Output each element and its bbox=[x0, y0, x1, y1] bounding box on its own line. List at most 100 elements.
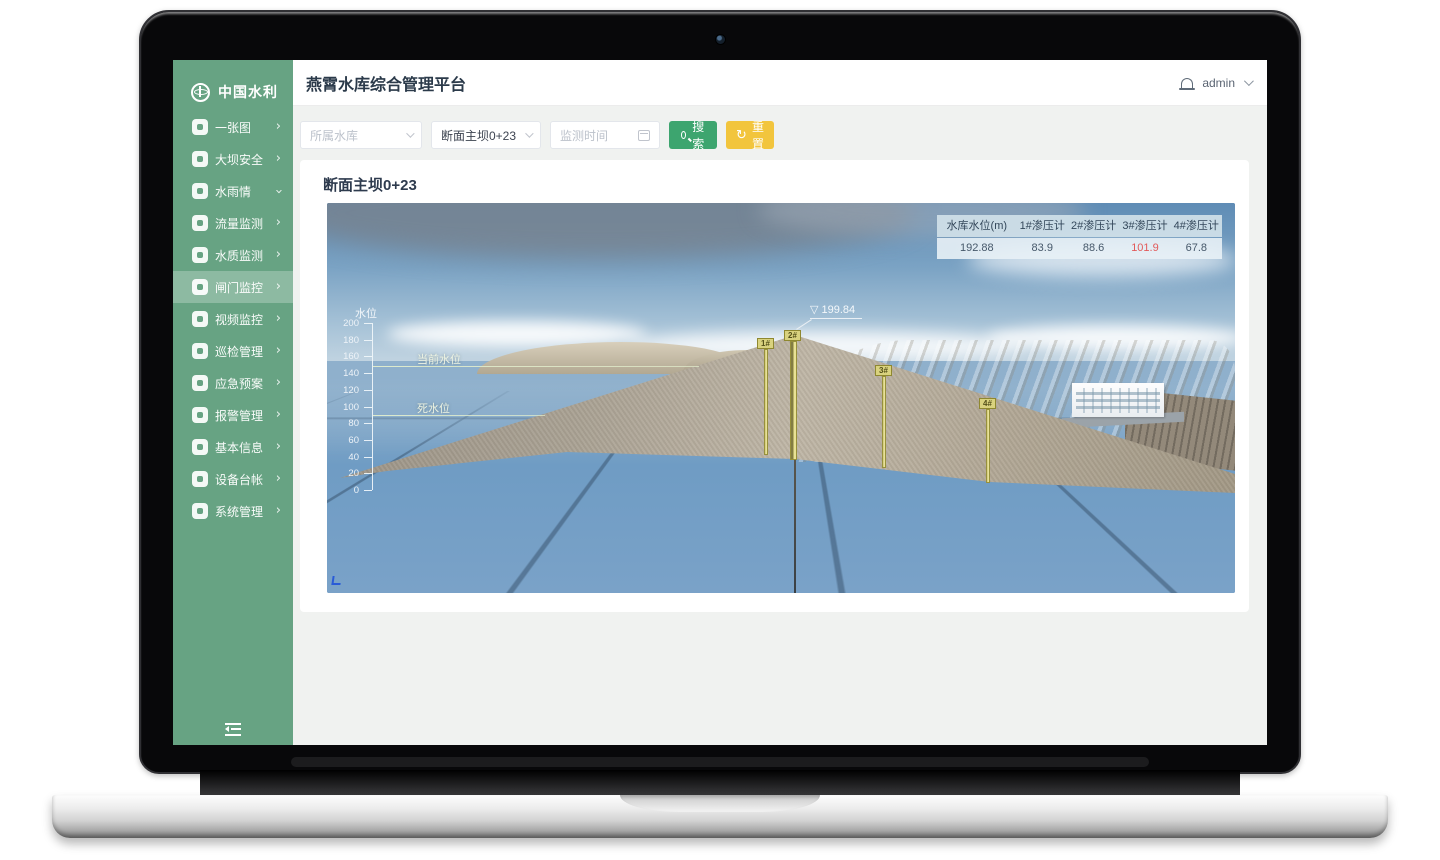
sidebar-item-alarm-manage[interactable]: 报警管理 › bbox=[173, 399, 293, 431]
water-level-label: 死水位 bbox=[417, 400, 450, 416]
axis-tick-label: 60 bbox=[331, 435, 359, 446]
sidebar-item-rain-water[interactable]: 水雨情 › bbox=[173, 175, 293, 207]
sidebar-item-device-ledger[interactable]: 设备台帐 › bbox=[173, 463, 293, 495]
search-button[interactable]: 搜索 bbox=[669, 121, 717, 149]
office-building bbox=[1072, 383, 1164, 417]
dam-3d-viewer[interactable]: 1#2#3#4# 水位 200180160140120100806040200 … bbox=[327, 203, 1235, 593]
chevron-right-icon: › bbox=[276, 408, 281, 421]
sidebar-item-basic-info[interactable]: 基本信息 › bbox=[173, 431, 293, 463]
readout-value-cell: 83.9 bbox=[1017, 238, 1068, 259]
chevron-right-icon: › bbox=[276, 280, 281, 293]
reset-button[interactable]: ↻ 重置 bbox=[726, 121, 774, 149]
readout-header-cell: 3#渗压计 bbox=[1119, 215, 1170, 237]
sidebar-item-label: 视频监控 bbox=[215, 311, 276, 328]
system-manage-icon bbox=[192, 503, 208, 519]
sidebar-item-emergency-plan[interactable]: 应急预案 › bbox=[173, 367, 293, 399]
chevron-right-icon: › bbox=[276, 504, 281, 517]
calendar-icon bbox=[638, 130, 650, 141]
sidebar-item-inspection[interactable]: 巡检管理 › bbox=[173, 335, 293, 367]
piezometer-post[interactable] bbox=[986, 409, 990, 483]
axis-tick-label: 0 bbox=[331, 485, 359, 496]
refresh-icon: ↻ bbox=[736, 129, 747, 142]
piezometer-post[interactable] bbox=[764, 349, 768, 455]
water-level-label: 当前水位 bbox=[417, 351, 461, 367]
sidebar-item-label: 流量监测 bbox=[215, 215, 276, 232]
chevron-down-icon[interactable] bbox=[1244, 76, 1254, 86]
crest-elevation-annotation: ▽ 199.84 bbox=[810, 303, 855, 316]
laptop-hinge bbox=[200, 770, 1240, 798]
chevron-right-icon: › bbox=[276, 344, 281, 357]
sidebar-item-label: 基本信息 bbox=[215, 439, 276, 456]
sidebar: 中国水利 一张图 › 大坝安全 › 水雨情 › 流量监测 › 水质监测 › 闸门… bbox=[173, 60, 293, 745]
piezometer-post[interactable] bbox=[790, 341, 797, 460]
axis-tick-label: 20 bbox=[331, 468, 359, 479]
search-button-label: 搜索 bbox=[691, 118, 705, 152]
axis-tick-label: 180 bbox=[331, 335, 359, 346]
reservoir-select-placeholder: 所属水库 bbox=[310, 127, 358, 144]
axis-tick bbox=[364, 440, 372, 441]
sidebar-item-gate-monitor[interactable]: 闸门监控 › bbox=[173, 271, 293, 303]
piezometer-marker-label[interactable]: 4# bbox=[979, 398, 996, 409]
reservoir-select[interactable]: 所属水库 bbox=[300, 121, 422, 149]
axis-tick-label: 120 bbox=[331, 385, 359, 396]
readout-value-row: 192.8883.988.6101.967.8 bbox=[937, 238, 1222, 259]
piezometer-post[interactable] bbox=[882, 376, 886, 468]
annotation-leader bbox=[810, 318, 862, 319]
sidebar-item-label: 设备台帐 bbox=[215, 471, 276, 488]
chevron-right-icon: › bbox=[276, 376, 281, 389]
sidebar-item-label: 巡检管理 bbox=[215, 343, 276, 360]
readout-header-cell: 2#渗压计 bbox=[1068, 215, 1119, 237]
sidebar-item-dam-safety[interactable]: 大坝安全 › bbox=[173, 143, 293, 175]
sidebar-menu: 一张图 › 大坝安全 › 水雨情 › 流量监测 › 水质监测 › 闸门监控 › … bbox=[173, 111, 293, 527]
notification-icon[interactable] bbox=[1181, 78, 1193, 88]
section-select[interactable]: 断面主坝0+23 bbox=[431, 121, 541, 149]
axis-tick-label: 140 bbox=[331, 368, 359, 379]
main-content: 所属水库 断面主坝0+23 监测时间 搜索 bbox=[293, 106, 1267, 745]
axis-tick bbox=[364, 423, 372, 424]
sidebar-item-label: 水雨情 bbox=[215, 183, 276, 200]
sidebar-item-flow-monitor[interactable]: 流量监测 › bbox=[173, 207, 293, 239]
sidebar-item-map[interactable]: 一张图 › bbox=[173, 111, 293, 143]
logo-text: 中国水利 bbox=[218, 82, 278, 102]
piezometer-marker-label[interactable]: 1# bbox=[757, 338, 774, 349]
device-ledger-icon bbox=[192, 471, 208, 487]
axis-tick bbox=[364, 490, 372, 491]
sidebar-item-label: 闸门监控 bbox=[215, 279, 276, 296]
monitor-time-picker[interactable]: 监测时间 bbox=[550, 121, 660, 149]
filter-bar: 所属水库 断面主坝0+23 监测时间 搜索 bbox=[300, 121, 774, 149]
axis-tick bbox=[364, 340, 372, 341]
logo-icon bbox=[191, 83, 210, 102]
water-level-line bbox=[373, 415, 545, 416]
laptop-mockup: 中国水利 一张图 › 大坝安全 › 水雨情 › 流量监测 › 水质监测 › 闸门… bbox=[0, 0, 1440, 860]
user-menu[interactable]: admin bbox=[1202, 76, 1235, 90]
piezometer-marker-label[interactable]: 2# bbox=[784, 330, 801, 341]
axis-tick bbox=[364, 323, 372, 324]
view-gizmo bbox=[331, 576, 341, 585]
basic-info-icon bbox=[192, 439, 208, 455]
chevron-right-icon: › bbox=[276, 248, 281, 261]
map-icon bbox=[192, 119, 208, 135]
section-center-line bbox=[794, 459, 796, 593]
axis-tick bbox=[364, 356, 372, 357]
axis-tick bbox=[364, 373, 372, 374]
section-panel: 断面主坝0+23 bbox=[300, 160, 1249, 612]
hinge-slot bbox=[291, 757, 1149, 767]
readout-header-cell: 1#渗压计 bbox=[1017, 215, 1068, 237]
water-quality-icon bbox=[192, 247, 208, 263]
panel-title: 断面主坝0+23 bbox=[323, 174, 417, 195]
chevron-down-icon: › bbox=[272, 188, 285, 193]
axis-tick-label: 200 bbox=[331, 318, 359, 329]
level-axis bbox=[372, 323, 373, 490]
sidebar-item-video-monitor[interactable]: 视频监控 › bbox=[173, 303, 293, 335]
sidebar-item-system-manage[interactable]: 系统管理 › bbox=[173, 495, 293, 527]
piezometer-marker-label[interactable]: 3# bbox=[875, 365, 892, 376]
axis-tick-label: 80 bbox=[331, 418, 359, 429]
collapse-sidebar-button[interactable] bbox=[217, 718, 249, 740]
axis-tick-label: 40 bbox=[331, 452, 359, 463]
axis-tick bbox=[364, 457, 372, 458]
logo[interactable]: 中国水利 bbox=[173, 74, 293, 110]
sidebar-item-water-quality[interactable]: 水质监测 › bbox=[173, 239, 293, 271]
chevron-right-icon: › bbox=[276, 120, 281, 133]
chevron-right-icon: › bbox=[276, 152, 281, 165]
chevron-down-icon bbox=[525, 129, 533, 137]
